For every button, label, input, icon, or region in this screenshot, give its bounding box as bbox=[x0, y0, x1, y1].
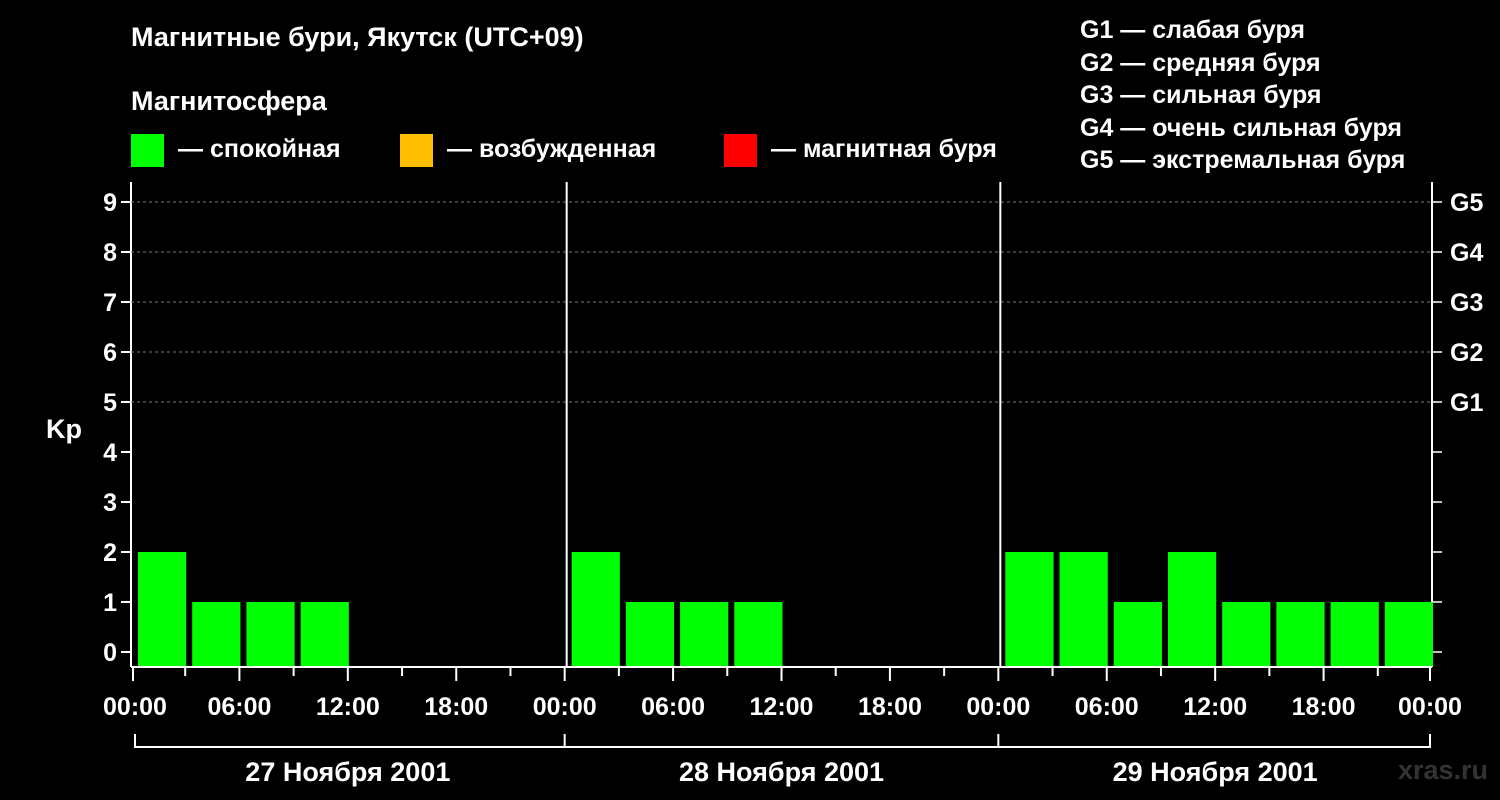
g-level-label: G3 bbox=[1450, 289, 1483, 317]
x-tick-label: 12:00 bbox=[1183, 693, 1247, 721]
x-tick-label: 06:00 bbox=[641, 693, 705, 721]
x-tick-label: 18:00 bbox=[858, 693, 922, 721]
g-level-label: G4 bbox=[1450, 239, 1483, 267]
g-level-label: G5 bbox=[1450, 189, 1483, 217]
y-tick-label: 2 bbox=[103, 539, 117, 567]
y-tick-label: 8 bbox=[103, 239, 117, 267]
y-tick-label: 0 bbox=[103, 639, 117, 667]
kp-bar bbox=[300, 602, 349, 666]
x-tick-label: 00:00 bbox=[966, 693, 1030, 721]
x-tick-label: 18:00 bbox=[424, 693, 488, 721]
x-tick-label: 00:00 bbox=[103, 693, 167, 721]
day-label: 27 Ноября 2001 bbox=[245, 757, 450, 787]
g-level-label: G2 bbox=[1450, 339, 1483, 367]
kp-bar bbox=[246, 602, 295, 666]
kp-bar bbox=[1059, 552, 1108, 666]
x-tick-label: 18:00 bbox=[1292, 693, 1356, 721]
watermark: xras.ru bbox=[1397, 755, 1488, 785]
x-tick-label: 00:00 bbox=[1398, 693, 1462, 721]
x-tick-label: 00:00 bbox=[533, 693, 597, 721]
day-label: 29 Ноября 2001 bbox=[1113, 757, 1318, 787]
y-tick-label: 9 bbox=[103, 189, 117, 217]
kp-bar bbox=[1330, 602, 1379, 666]
y-tick-label: 7 bbox=[103, 289, 117, 317]
kp-bar bbox=[1276, 602, 1325, 666]
kp-bar bbox=[192, 602, 241, 666]
y-tick-label: 4 bbox=[103, 439, 117, 467]
x-tick-label: 12:00 bbox=[750, 693, 814, 721]
x-tick-label: 06:00 bbox=[207, 693, 271, 721]
kp-bar bbox=[1384, 602, 1433, 666]
y-tick-label: 5 bbox=[103, 389, 117, 417]
kp-bar bbox=[138, 552, 187, 666]
kp-bar bbox=[680, 602, 729, 666]
kp-bar bbox=[1167, 552, 1217, 666]
y-axis-label: Kp bbox=[46, 414, 82, 444]
kp-bar bbox=[1222, 602, 1271, 666]
day-label: 28 Ноября 2001 bbox=[679, 757, 884, 787]
y-tick-label: 6 bbox=[103, 339, 117, 367]
x-tick-label: 06:00 bbox=[1075, 693, 1139, 721]
y-tick-label: 3 bbox=[103, 489, 117, 517]
y-tick-label: 1 bbox=[103, 589, 117, 617]
kp-chart: 0 1 2 3 4 5 6 7 8 9 G1 G2 G3 G4 G5 Kp 00:00 06:00 12:00 18:… bbox=[46, 182, 1483, 787]
kp-bar bbox=[1005, 552, 1054, 666]
kp-bar bbox=[625, 602, 675, 666]
kp-bar bbox=[1113, 602, 1162, 666]
kp-bar bbox=[571, 552, 620, 666]
g-level-label: G1 bbox=[1450, 389, 1483, 417]
x-tick-label: 12:00 bbox=[316, 693, 380, 721]
kp-bar bbox=[734, 602, 783, 666]
